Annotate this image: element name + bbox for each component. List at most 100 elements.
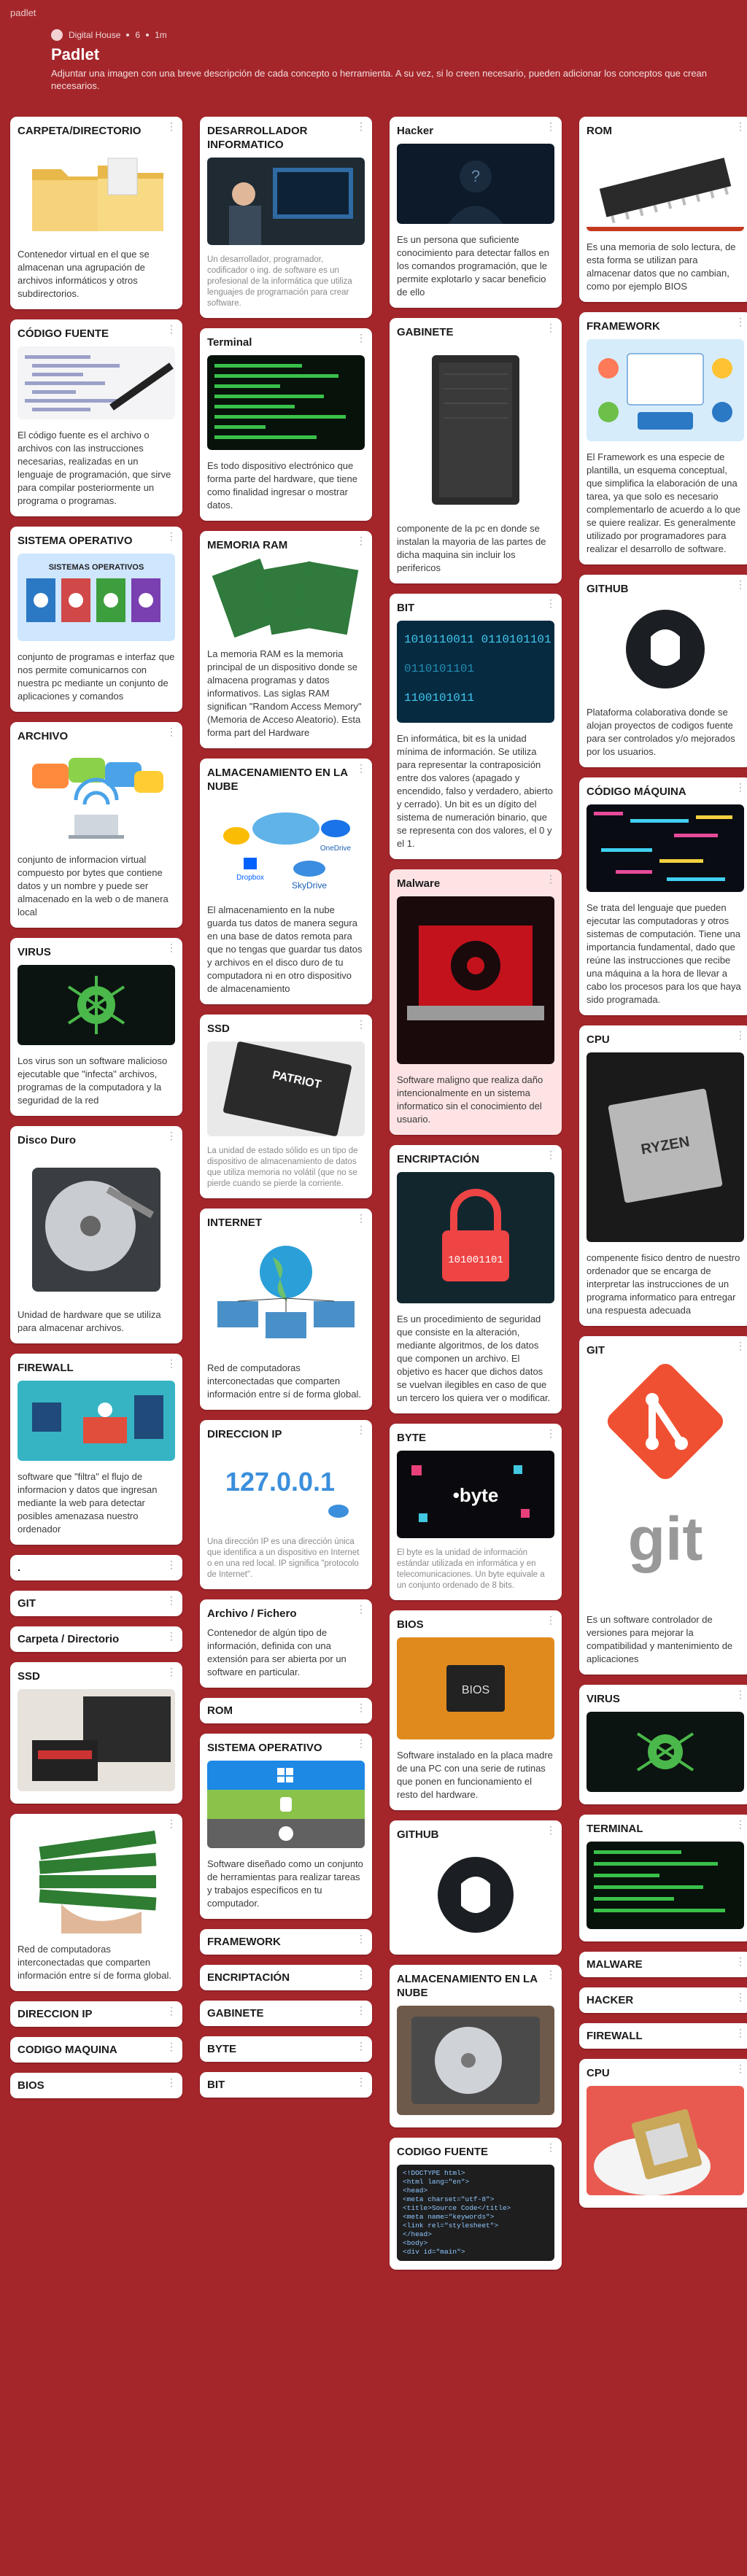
- post-menu-icon[interactable]: ⋮: [166, 2006, 177, 2016]
- post-card[interactable]: FIREWALL ⋮ software que "filtra" el flujo…: [10, 1354, 182, 1545]
- post-menu-icon[interactable]: ⋮: [166, 942, 177, 953]
- post-card[interactable]: VIRUS ⋮ Los virus son un software malicio…: [10, 938, 182, 1116]
- post-card[interactable]: Hacker ⋮ ? Es un persona que suficiente c…: [390, 117, 562, 308]
- post-card[interactable]: GITHUB ⋮ Plataforma colaborativa donde se…: [579, 575, 747, 767]
- post-menu-icon[interactable]: ⋮: [166, 1667, 177, 1677]
- post-menu-icon[interactable]: ⋮: [735, 1956, 746, 1966]
- post-menu-icon[interactable]: ⋮: [356, 1969, 366, 1979]
- post-menu-icon[interactable]: ⋮: [546, 1149, 556, 1160]
- post-menu-icon[interactable]: ⋮: [735, 1030, 746, 1040]
- post-menu-icon[interactable]: ⋮: [546, 1615, 556, 1625]
- post-card[interactable]: Malware ⋮ Software maligno que realiza da…: [390, 869, 562, 1135]
- post-card[interactable]: BIOS ⋮ BIOS Software instalado en la plac…: [390, 1610, 562, 1810]
- post-card[interactable]: DESARROLLADOR INFORMATICO ⋮ Un desarrolla…: [200, 117, 372, 318]
- post-menu-icon[interactable]: ⋮: [546, 2142, 556, 2152]
- post-card[interactable]: TERMINAL ⋮: [579, 1815, 747, 1941]
- post-menu-icon[interactable]: ⋮: [546, 121, 556, 131]
- post-menu-icon[interactable]: ⋮: [166, 1358, 177, 1368]
- post-menu-icon[interactable]: ⋮: [356, 535, 366, 546]
- post-card[interactable]: DIRECCION IP ⋮ 127.0.0.1 Una dirección IP…: [200, 1420, 372, 1589]
- post-card[interactable]: Carpeta / Directorio ⋮: [10, 1626, 182, 1652]
- post-menu-icon[interactable]: ⋮: [546, 322, 556, 333]
- post-card[interactable]: SSD ⋮: [10, 1662, 182, 1804]
- post-card[interactable]: BYTE ⋮: [200, 2036, 372, 2062]
- post-card[interactable]: ⋮ Red de computadoras interconectadas qu…: [10, 1814, 182, 1991]
- post-card[interactable]: ROM ⋮ Es una memoria de solo lectura, de …: [579, 117, 747, 302]
- post-card[interactable]: BYTE ⋮ •byte El byte es la unidad de info…: [390, 1424, 562, 1600]
- post-card[interactable]: GABINETE ⋮ componente de la pc en donde s…: [390, 318, 562, 583]
- post-menu-icon[interactable]: ⋮: [166, 324, 177, 334]
- post-card[interactable]: SISTEMA OPERATIVO ⋮ Software diseñado com…: [200, 1734, 372, 1919]
- post-menu-icon[interactable]: ⋮: [166, 1818, 177, 1828]
- post-card[interactable]: CPU ⋮: [579, 2059, 747, 2208]
- post-card[interactable]: GITHUB ⋮: [390, 1820, 562, 1955]
- post-card[interactable]: DIRECCION IP ⋮: [10, 2001, 182, 2027]
- post-menu-icon[interactable]: ⋮: [356, 1738, 366, 1748]
- post-card[interactable]: CPU ⋮ RYZEN compenente fisico dentro de n…: [579, 1025, 747, 1326]
- post-card[interactable]: Terminal ⋮ Es todo dispositivo electrónic…: [200, 328, 372, 521]
- post-menu-icon[interactable]: ⋮: [356, 1933, 366, 1944]
- post-card[interactable]: INTERNET ⋮ Red de computadoras interconec…: [200, 1209, 372, 1410]
- post-card[interactable]: ROM ⋮: [200, 1698, 372, 1723]
- post-menu-icon[interactable]: ⋮: [735, 579, 746, 589]
- post-menu-icon[interactable]: ⋮: [735, 1341, 746, 1351]
- post-card[interactable]: ENCRIPTACIÓN ⋮ 101001101 Es un procedimie…: [390, 1145, 562, 1413]
- post-menu-icon[interactable]: ⋮: [735, 2063, 746, 2073]
- post-card[interactable]: BIOS ⋮: [10, 2073, 182, 2098]
- post-card[interactable]: MEMORIA RAM ⋮ La memoria RAM es la memori…: [200, 531, 372, 748]
- post-card[interactable]: GIT ⋮: [10, 1591, 182, 1616]
- author-avatar[interactable]: [51, 29, 63, 41]
- post-menu-icon[interactable]: ⋮: [356, 333, 366, 343]
- post-menu-icon[interactable]: ⋮: [166, 1595, 177, 1605]
- post-menu-icon[interactable]: ⋮: [166, 2077, 177, 2087]
- post-card[interactable]: SSD ⋮ PATRIOT La unidad de estado sólido …: [200, 1015, 372, 1198]
- post-menu-icon[interactable]: ⋮: [735, 1819, 746, 1829]
- post-menu-icon[interactable]: ⋮: [356, 2076, 366, 2087]
- post-card[interactable]: SISTEMA OPERATIVO ⋮ SISTEMAS OPERATIVOS c…: [10, 527, 182, 712]
- post-card[interactable]: FRAMEWORK ⋮: [200, 1929, 372, 1955]
- post-menu-icon[interactable]: ⋮: [356, 2041, 366, 2051]
- post-menu-icon[interactable]: ⋮: [166, 726, 177, 737]
- post-menu-icon[interactable]: ⋮: [166, 121, 177, 131]
- post-card[interactable]: CARPETA/DIRECTORIO ⋮ Contenedor virtual e…: [10, 117, 182, 309]
- post-menu-icon[interactable]: ⋮: [735, 1689, 746, 1699]
- post-card[interactable]: ENCRIPTACIÓN ⋮: [200, 1965, 372, 1990]
- post-menu-icon[interactable]: ⋮: [546, 1969, 556, 1979]
- author-name[interactable]: Digital House: [69, 30, 120, 40]
- post-menu-icon[interactable]: ⋮: [356, 1424, 366, 1435]
- post-card[interactable]: GABINETE ⋮: [200, 2001, 372, 2026]
- post-card[interactable]: CÓDIGO FUENTE ⋮ El código fuente es el ar…: [10, 319, 182, 516]
- post-card[interactable]: CODIGO FUENTE ⋮ <!DOCTYPE html> <html lan…: [390, 2138, 562, 2270]
- post-menu-icon[interactable]: ⋮: [735, 2028, 746, 2038]
- post-menu-icon[interactable]: ⋮: [166, 2041, 177, 2052]
- post-card[interactable]: ALMACENAMIENTO EN LA NUBE ⋮ OneDrive Drop…: [200, 759, 372, 1004]
- post-menu-icon[interactable]: ⋮: [166, 531, 177, 541]
- post-menu-icon[interactable]: ⋮: [356, 121, 366, 131]
- post-card[interactable]: FIREWALL ⋮: [579, 2023, 747, 2049]
- post-card[interactable]: FRAMEWORK ⋮ El Framework es una especie d…: [579, 312, 747, 565]
- post-menu-icon[interactable]: ⋮: [735, 782, 746, 792]
- post-menu-icon[interactable]: ⋮: [356, 1702, 366, 1712]
- post-menu-icon[interactable]: ⋮: [166, 1631, 177, 1641]
- post-card[interactable]: CÓDIGO MÁQUINA ⋮ Se trata del lenguaje qu…: [579, 777, 747, 1015]
- post-menu-icon[interactable]: ⋮: [356, 2005, 366, 2015]
- post-card[interactable]: . ⋮: [10, 1555, 182, 1580]
- post-menu-icon[interactable]: ⋮: [546, 1428, 556, 1438]
- post-menu-icon[interactable]: ⋮: [546, 598, 556, 608]
- post-card[interactable]: MALWARE ⋮: [579, 1952, 747, 1977]
- post-menu-icon[interactable]: ⋮: [735, 121, 746, 131]
- post-menu-icon[interactable]: ⋮: [356, 763, 366, 773]
- post-menu-icon[interactable]: ⋮: [356, 1019, 366, 1029]
- post-menu-icon[interactable]: ⋮: [735, 1992, 746, 2002]
- post-card[interactable]: Disco Duro ⋮ Unidad de hardware que se ut…: [10, 1126, 182, 1343]
- post-card[interactable]: CODIGO MAQUINA ⋮: [10, 2037, 182, 2063]
- post-card[interactable]: BIT ⋮: [200, 2072, 372, 2098]
- post-card[interactable]: ARCHIVO ⋮ conjunto de informacion virtual…: [10, 722, 182, 928]
- post-menu-icon[interactable]: ⋮: [735, 317, 746, 327]
- post-card[interactable]: VIRUS ⋮: [579, 1685, 747, 1804]
- post-card[interactable]: ALMACENAMIENTO EN LA NUBE ⋮: [390, 1965, 562, 2127]
- post-menu-icon[interactable]: ⋮: [166, 1130, 177, 1141]
- post-menu-icon[interactable]: ⋮: [356, 1213, 366, 1223]
- post-card[interactable]: BIT ⋮ 1010110011 0110101101 1100101011 00…: [390, 594, 705, 859]
- post-menu-icon[interactable]: ⋮: [546, 1825, 556, 1835]
